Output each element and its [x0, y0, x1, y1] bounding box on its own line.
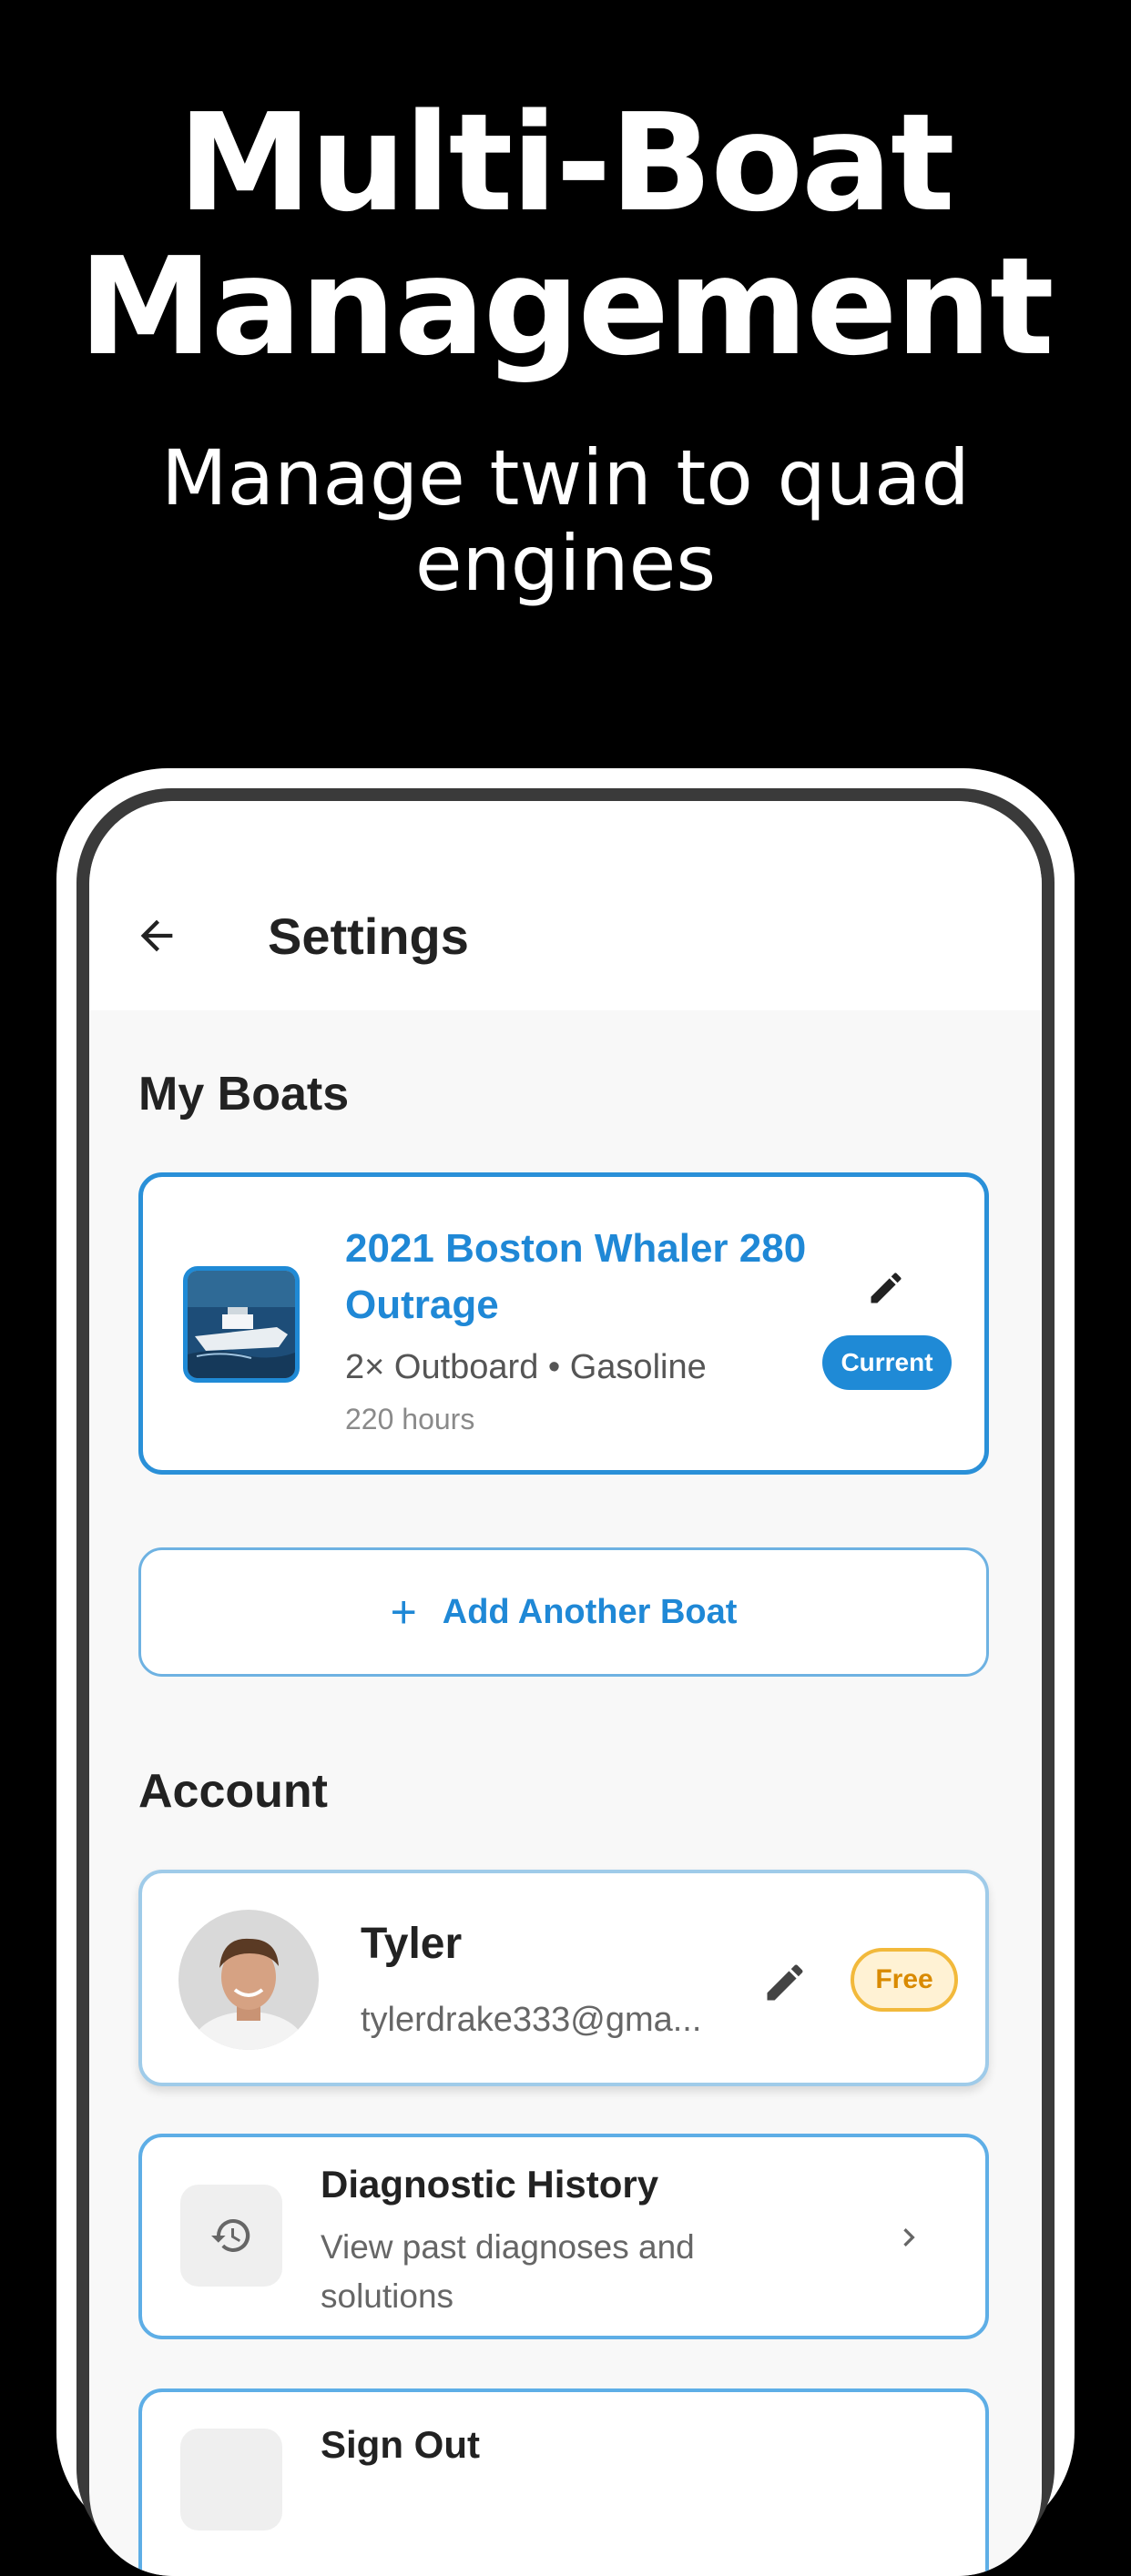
hero-subtitle: Manage twin to quad engines [161, 433, 970, 608]
page-title: Settings [268, 908, 469, 965]
account-card[interactable]: Tyler tylerdrake333@gma... Free [138, 1870, 989, 2086]
history-title: Diagnostic History [321, 2163, 659, 2206]
pencil-icon[interactable] [866, 1268, 906, 1308]
boat-name: 2021 Boston Whaler 280 Outrage [345, 1226, 807, 1327]
back-arrow-icon[interactable] [133, 912, 180, 959]
current-boat-card[interactable]: 2021 Boston Whaler 280 Outrage 2× Outboa… [138, 1172, 989, 1475]
current-badge: Current [822, 1335, 952, 1390]
my-boats-heading: My Boats [138, 1068, 350, 1121]
hero-title-line1: Multi-Boat [178, 85, 954, 241]
hero-title-line2: Management [78, 228, 1054, 385]
add-boat-label: Add Another Boat [442, 1592, 738, 1631]
sign-out-item[interactable]: Sign Out [138, 2388, 989, 2576]
plan-badge: Free [851, 1948, 958, 2012]
plus-icon: + [390, 1587, 417, 1638]
history-icon [211, 2218, 250, 2252]
user-name: Tyler [361, 1920, 463, 1968]
boat-photo [183, 1266, 300, 1383]
pencil-icon[interactable] [761, 1959, 809, 2006]
history-description: View past diagnoses and solutions [321, 2228, 695, 2315]
avatar [178, 1910, 319, 2050]
sign-out-icon [180, 2429, 282, 2530]
boat-engine-info: 2× Outboard • Gasoline [345, 1348, 707, 1386]
boat-hours: 220 hours [345, 1403, 475, 1435]
app-bar: Settings [89, 801, 1042, 1010]
hero-title: Multi-Boat Management [0, 91, 1131, 379]
sign-out-title: Sign Out [321, 2423, 480, 2466]
account-heading: Account [138, 1765, 328, 1818]
add-boat-button[interactable]: + Add Another Boat [138, 1547, 989, 1677]
diagnostic-history-item[interactable]: Diagnostic History View past diagnoses a… [138, 2134, 989, 2339]
chevron-right-icon [903, 2228, 915, 2246]
app-screen: Settings My Boats 2021 Boston Whaler 280… [89, 801, 1042, 2576]
history-icon-box [180, 2185, 282, 2287]
user-email: tylerdrake333@gma... [361, 2001, 702, 2039]
